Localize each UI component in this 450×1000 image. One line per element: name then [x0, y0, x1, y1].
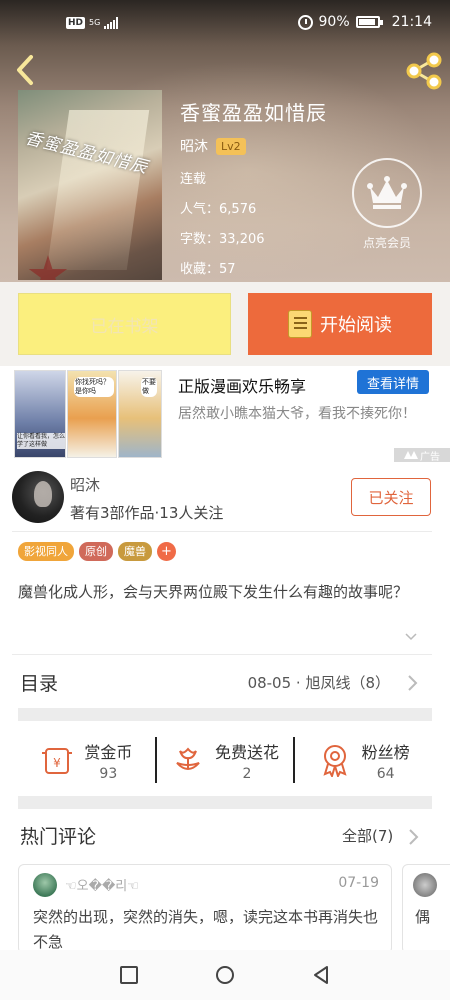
catalog-row[interactable]: 目录 08-05 · 旭凤线（8）: [0, 655, 450, 707]
back-nav-icon[interactable]: [311, 965, 331, 985]
all-comments-link[interactable]: 全部(7): [342, 825, 393, 846]
chevron-down-icon[interactable]: [404, 630, 418, 644]
comment-card[interactable]: 偶: [402, 864, 450, 954]
book-icon: [288, 310, 312, 338]
battery-icon: [355, 16, 383, 28]
author-card-stats: 著有3部作品·13人关注: [70, 504, 224, 522]
comment-date: 07-19: [338, 875, 379, 891]
avatar[interactable]: [33, 873, 57, 897]
ad-description: 居然敢小瞧本猫大爷，看我不揍死你！: [178, 406, 416, 422]
level-badge: Lv2: [216, 137, 246, 155]
vip-button[interactable]: 点亮会员: [351, 158, 423, 258]
recent-apps-icon[interactable]: [119, 965, 139, 985]
stat-label: 赏金币: [84, 742, 133, 762]
status-bar: HD 5G 90% 21:14: [0, 0, 450, 48]
action-bar: 已在书架 开始阅读: [0, 282, 450, 366]
book-title: 香蜜盈盈如惜辰: [180, 101, 327, 125]
tag-list: 影视同人 原创 魔兽 +: [18, 542, 176, 561]
section-separator: [18, 796, 432, 809]
home-icon[interactable]: [215, 965, 235, 985]
word-count-value: 33,206: [219, 232, 265, 247]
reward-coin-icon: ¥: [42, 748, 73, 774]
comment-user: ☜오��리☜: [65, 879, 139, 894]
favorites-value: 57: [219, 262, 236, 277]
stat-value: 93: [99, 765, 118, 782]
reward-coin-button[interactable]: ¥ 赏金币 93: [18, 733, 155, 787]
popularity-value: 6,576: [219, 202, 257, 217]
clock: 21:14: [391, 14, 432, 30]
svg-text:¥: ¥: [54, 756, 62, 770]
avatar[interactable]: [12, 471, 64, 523]
serial-status: 连载: [180, 172, 207, 187]
network-label: 5G: [89, 18, 101, 27]
ad-title: 正版漫画欢乐畅享: [178, 377, 307, 396]
signal-icon: [104, 17, 119, 29]
author-card[interactable]: 昭沐 著有3部作品·13人关注 已关注: [0, 462, 450, 532]
tag-item[interactable]: 影视同人: [18, 542, 74, 561]
comment-card[interactable]: ☜오��리☜ 07-19 突然的出现，突然的消失，嗯，读完这本书再消失也不急: [18, 864, 392, 954]
hd-badge: HD: [66, 17, 86, 29]
ad-logo-icon: [404, 451, 418, 459]
book-header: HD 5G 90% 21:14 香蜜盈盈如惜辰 香蜜盈盈如惜辰 昭沐 Lv2 连…: [0, 0, 450, 282]
comments-header: 热门评论 全部(7): [0, 820, 450, 854]
word-count-row: 字数：33,206: [180, 232, 265, 247]
fan-ranking-button[interactable]: 粉丝榜 64: [295, 733, 432, 787]
stat-label: 粉丝榜: [361, 742, 410, 762]
add-tag-button[interactable]: +: [157, 542, 176, 561]
ad-detail-button[interactable]: 查看详情: [357, 370, 429, 394]
system-nav-bar: [0, 950, 450, 1000]
author-row: 昭沐 Lv2: [180, 136, 246, 156]
chevron-right-icon[interactable]: [408, 828, 420, 846]
flower-icon: [176, 747, 200, 770]
book-introduction: 魔兽化成人形，会与天界两位殿下发生什么有趣的故事呢？: [18, 583, 409, 601]
share-icon: [406, 52, 442, 90]
comments-title: 热门评论: [20, 826, 97, 848]
avatar: [413, 873, 437, 897]
back-button[interactable]: [8, 52, 44, 88]
divider: [12, 531, 432, 532]
follow-button[interactable]: 已关注: [351, 478, 431, 516]
crown-icon: [367, 176, 407, 209]
section-separator: [18, 708, 432, 721]
chevron-left-icon: [17, 55, 33, 85]
status-right: 90% 21:14: [297, 14, 432, 30]
author-name[interactable]: 昭沐: [180, 136, 208, 156]
alarm-icon: [297, 14, 313, 30]
tag-item[interactable]: 原创: [79, 542, 113, 561]
ad-thumbnail-2: 你找死吗？是你吗: [67, 370, 117, 458]
medal-icon: [323, 745, 347, 777]
ad-thumbnail-3: 不要做: [118, 370, 162, 458]
comment-body: 突然的出现，突然的消失，嗯，读完这本书再消失也不急: [33, 908, 379, 951]
stat-value: 64: [376, 765, 395, 782]
support-stats: ¥ 赏金币 93 免费送花 2 粉丝榜 64: [18, 733, 432, 787]
catalog-title: 目录: [20, 673, 59, 695]
status-left: HD 5G: [66, 17, 119, 29]
chevron-right-icon: [408, 675, 418, 691]
author-card-name: 昭沐: [70, 476, 101, 494]
latest-chapter: 08-05 · 旭凤线（8）: [247, 674, 390, 692]
popularity-row: 人气：6,576: [180, 202, 257, 217]
comment-body: 偶: [415, 908, 431, 926]
start-reading-label: 开始阅读: [320, 315, 392, 336]
tag-item[interactable]: 魔兽: [118, 542, 152, 561]
send-flower-button[interactable]: 免费送花 2: [157, 733, 294, 787]
ad-thumbnail-1: 让你看看我，怎么学了这样做: [14, 370, 66, 458]
vip-label: 点亮会员: [362, 236, 411, 250]
ad-label: 广告: [394, 448, 450, 463]
book-cover[interactable]: 香蜜盈盈如惜辰: [18, 90, 162, 280]
battery-percent: 90%: [318, 14, 350, 30]
share-button[interactable]: [404, 52, 444, 90]
ad-banner[interactable]: 让你看看我，怎么学了这样做 你找死吗？是你吗 不要做 正版漫画欢乐畅享 查看详情…: [0, 366, 450, 463]
favorites-row: 收藏：57: [180, 262, 236, 277]
stat-value: 2: [242, 765, 252, 782]
add-to-shelf-button[interactable]: 已在书架: [18, 293, 231, 355]
stat-label: 免费送花: [215, 742, 280, 762]
start-reading-button[interactable]: 开始阅读: [248, 293, 432, 355]
